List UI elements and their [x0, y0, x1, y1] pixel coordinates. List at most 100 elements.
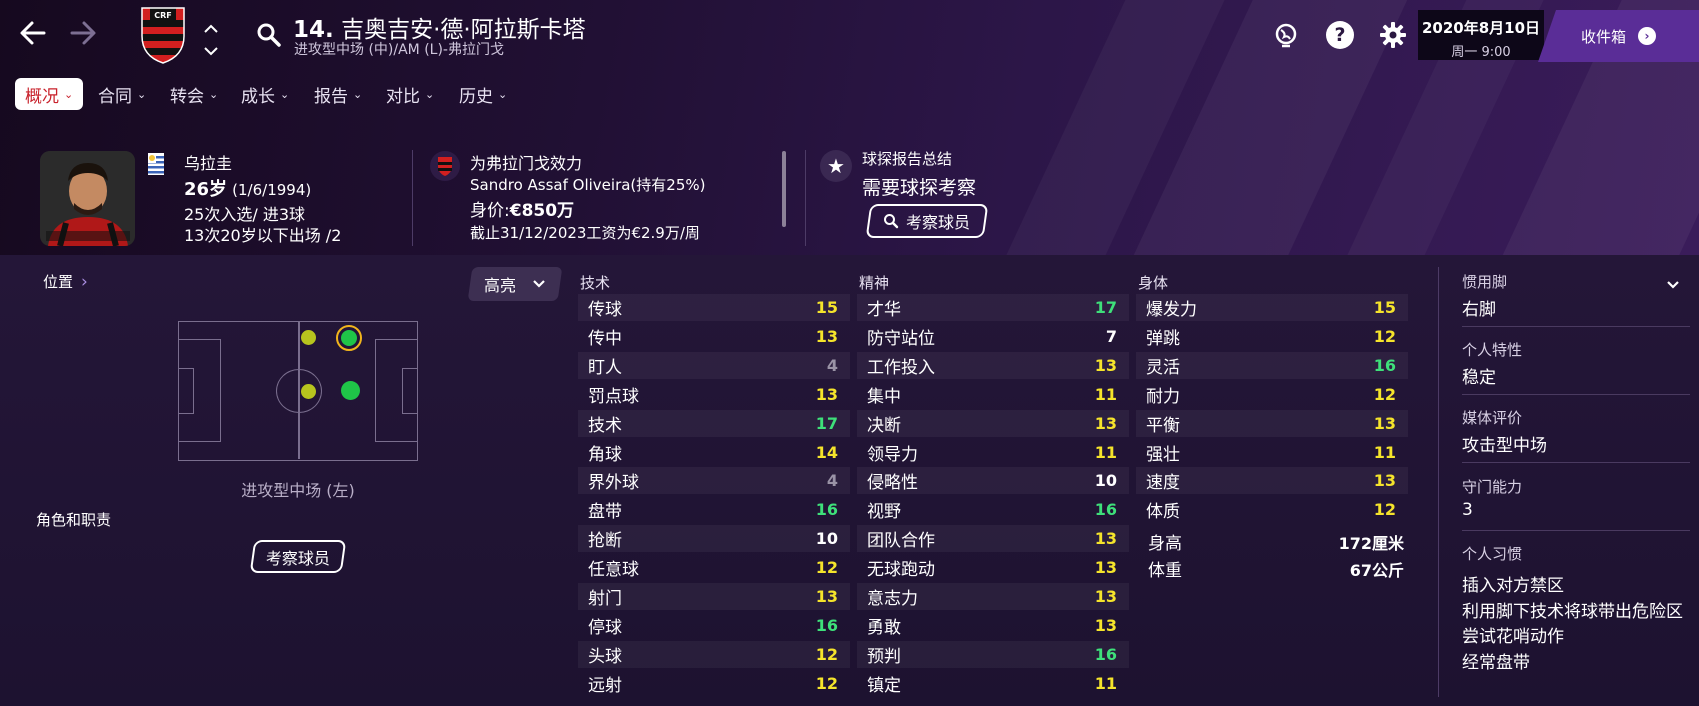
attribute-row[interactable]: 耐力 12 [1136, 381, 1408, 408]
search-icon[interactable] [256, 22, 282, 48]
back-button[interactable] [18, 18, 48, 54]
tab-development[interactable]: 成长 ⌄ [241, 78, 289, 110]
chevron-down-icon[interactable] [202, 45, 220, 57]
attribute-value: 16 [1094, 500, 1117, 519]
date-time-display[interactable]: 2020年8月10日 周一 9:00 [1418, 10, 1544, 60]
club-crest-icon[interactable]: CRF [140, 6, 186, 64]
gear-icon[interactable] [1379, 21, 1407, 49]
attribute-name: 灵活 [1146, 358, 1180, 378]
attribute-row[interactable]: 意志力 13 [857, 583, 1129, 610]
attribute-value: 4 [826, 356, 838, 375]
attribute-row[interactable]: 射门 13 [578, 583, 850, 610]
highlight-dropdown[interactable]: 高亮 [467, 267, 563, 301]
attribute-row[interactable]: 平衡 13 [1136, 410, 1408, 437]
habit-item: 利用脚下技术将球带出危险区 [1462, 602, 1683, 622]
attribute-row[interactable]: 爆发力 15 [1136, 294, 1408, 321]
tab-compare[interactable]: 对比 ⌄ [386, 78, 434, 110]
attribute-row[interactable]: 预判 16 [857, 641, 1129, 668]
roles-label[interactable]: 角色和职责 [36, 509, 111, 530]
attribute-row[interactable]: 弹跳 12 [1136, 323, 1408, 350]
attribute-row[interactable]: 无球跑动 13 [857, 554, 1129, 581]
physical-header: 身体 [1138, 274, 1169, 292]
attribute-value: 13 [1094, 558, 1117, 577]
attribute-row[interactable]: 侵略性 10 [857, 467, 1129, 494]
attribute-value: 13 [815, 385, 838, 404]
attribute-row[interactable]: 远射 12 [578, 670, 850, 697]
player-photo [40, 151, 135, 246]
tab-label: 合同 [98, 86, 132, 107]
tab-transfer[interactable]: 转会 ⌄ [170, 78, 218, 110]
attribute-row[interactable]: 抢断 10 [578, 525, 850, 552]
tab-overview[interactable]: 概况 ⌄ [15, 78, 84, 110]
attribute-name: 耐力 [1146, 387, 1180, 407]
tab-label: 对比 [386, 86, 420, 107]
inbox-button[interactable]: 收件箱 › [1538, 10, 1699, 62]
attribute-name: 集中 [867, 387, 901, 407]
attribute-row[interactable]: 任意球 12 [578, 554, 850, 581]
tab-contract[interactable]: 合同 ⌄ [98, 78, 146, 110]
tab-history[interactable]: 历史 ⌄ [459, 78, 507, 110]
tab-label: 成长 [241, 86, 275, 107]
attribute-row[interactable]: 集中 11 [857, 381, 1129, 408]
attribute-value: 4 [826, 471, 838, 490]
attribute-row[interactable]: 领导力 11 [857, 439, 1129, 466]
current-date: 2020年8月10日 [1421, 19, 1541, 37]
height-value: 172厘米 [1338, 533, 1404, 553]
attribute-row[interactable]: 角球 14 [578, 439, 850, 466]
attribute-name: 传球 [588, 300, 622, 320]
attribute-row[interactable]: 才华 17 [857, 294, 1129, 321]
attribute-row[interactable]: 盘带 16 [578, 496, 850, 523]
attribute-row[interactable]: 盯人 4 [578, 352, 850, 379]
attribute-row[interactable]: 防守站位 7 [857, 323, 1129, 350]
attribute-row[interactable]: 团队合作 13 [857, 525, 1129, 552]
attribute-row[interactable]: 速度 13 [1136, 467, 1408, 494]
attribute-row[interactable]: 灵活 16 [1136, 352, 1408, 379]
attribute-row[interactable]: 头球 12 [578, 641, 850, 668]
height-label: 身高 [1148, 534, 1182, 554]
attribute-row[interactable]: 界外球 4 [578, 467, 850, 494]
scrollbar[interactable] [782, 151, 786, 227]
attribute-name: 角球 [588, 445, 622, 465]
player-switch[interactable] [202, 20, 222, 61]
attribute-value: 13 [1094, 356, 1117, 375]
help-icon[interactable]: ? [1326, 21, 1354, 49]
weight-value: 67公斤 [1349, 560, 1404, 580]
attribute-row[interactable]: 强壮 11 [1136, 439, 1408, 466]
scout-player-button[interactable]: 考察球员 [865, 204, 989, 238]
attribute-row[interactable]: 传中 13 [578, 323, 850, 350]
forward-button[interactable] [68, 18, 98, 54]
chevron-down-icon[interactable] [1666, 280, 1680, 290]
attribute-row[interactable]: 视野 16 [857, 496, 1129, 523]
attribute-row[interactable]: 体质 12 [1136, 496, 1408, 523]
attribute-row[interactable]: 决断 13 [857, 410, 1129, 437]
player-subtitle: 进攻型中场 (中)/AM (L)-弗拉门戈 [294, 42, 504, 58]
attribute-row[interactable]: 技术 17 [578, 410, 850, 437]
habits-label: 个人习惯 [1462, 545, 1523, 563]
position-dot [341, 381, 360, 400]
attribute-row[interactable]: 停球 16 [578, 612, 850, 639]
preferred-foot-value: 右脚 [1462, 300, 1496, 320]
agent-info[interactable]: Sandro Assaf Oliveira(持有25%) [470, 174, 705, 195]
chevron-up-icon[interactable] [202, 23, 220, 35]
attribute-row[interactable]: 传球 15 [578, 294, 850, 321]
attribute-row[interactable]: 镇定 11 [857, 670, 1129, 697]
attribute-row[interactable]: 工作投入 13 [857, 352, 1129, 379]
attribute-value: 12 [815, 558, 838, 577]
attribute-name: 爆发力 [1146, 300, 1197, 320]
attribute-row[interactable]: 勇敢 13 [857, 612, 1129, 639]
position-link[interactable]: 位置 › [43, 271, 88, 292]
current-time: 周一 9:00 [1451, 45, 1511, 60]
attribute-row[interactable]: 罚点球 13 [578, 381, 850, 408]
cut-off-text: … [184, 244, 200, 254]
separator [1462, 530, 1690, 531]
attribute-value: 7 [1105, 327, 1117, 346]
personality-value: 稳定 [1462, 368, 1496, 388]
attribute-name: 射门 [588, 589, 622, 609]
weight-row: 体重 67公斤 [1138, 555, 1416, 582]
attribute-name: 领导力 [867, 445, 918, 465]
club-crest-small-icon[interactable] [430, 151, 460, 181]
chevron-down-icon: ⌄ [280, 87, 290, 101]
globe-icon[interactable] [1272, 21, 1300, 49]
tab-reports[interactable]: 报告 ⌄ [314, 78, 362, 110]
scout-player-button-2[interactable]: 考察球员 [249, 540, 347, 573]
